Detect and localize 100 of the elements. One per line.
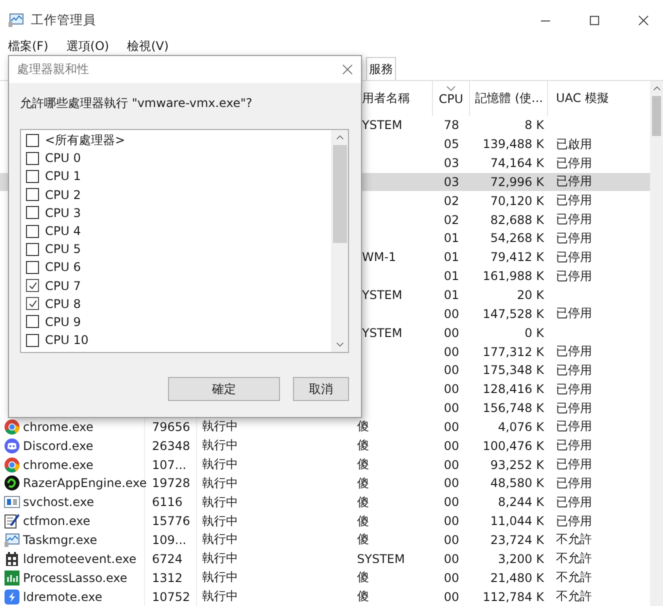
table-cell: 已啟用 xyxy=(556,136,592,151)
table-cell: 已停用 xyxy=(556,268,592,283)
table-row[interactable]: ldremote.exe 10752 執行中 傻 00 112,784 K 不允許 xyxy=(0,587,650,606)
checkbox[interactable] xyxy=(26,170,39,183)
scroll-down-icon[interactable] xyxy=(336,342,344,347)
table-cell: 已停用 xyxy=(556,306,592,320)
scrollbar[interactable] xyxy=(331,130,348,352)
menu-item[interactable]: 檔案(F) xyxy=(8,38,48,54)
table-cell: 26348 xyxy=(152,438,190,453)
table-cell: 已停用 xyxy=(556,419,592,434)
checkbox[interactable] xyxy=(26,334,39,347)
table-cell: 8 K xyxy=(524,118,544,132)
processor-option[interactable]: CPU 9 xyxy=(21,312,331,332)
table-cell: 已停用 xyxy=(556,174,592,188)
close-icon[interactable] xyxy=(342,64,353,75)
table-cell: 72,996 K xyxy=(490,174,544,189)
close-icon[interactable] xyxy=(638,14,649,26)
table-cell: 01 xyxy=(444,250,460,264)
scroll-thumb[interactable] xyxy=(652,96,661,136)
table-row[interactable]: ProcessLasso.exe 1312 執行中 傻 00 21,480 K 不允許 xyxy=(0,568,650,588)
table-cell: 3,200 K xyxy=(498,552,544,566)
table-cell: 109... xyxy=(152,532,186,547)
processor-option[interactable]: CPU 2 xyxy=(21,186,331,204)
checkbox[interactable] xyxy=(26,279,39,292)
table-cell: 不允許 xyxy=(556,589,592,604)
dialog-button[interactable]: 確定 xyxy=(168,377,280,401)
table-cell: 01 xyxy=(444,231,460,246)
scroll-thumb[interactable] xyxy=(332,145,346,243)
table-cell: 傻 xyxy=(357,570,369,584)
table-cell: 74,164 K xyxy=(490,156,544,170)
scroll-up-icon[interactable] xyxy=(652,86,660,91)
table-cell: WM-1 xyxy=(362,250,396,264)
processor-option[interactable]: CPU 1 xyxy=(21,167,331,186)
checkbox[interactable] xyxy=(26,297,39,310)
table-cell: 00 xyxy=(444,514,460,528)
table-row[interactable]: ldremoteevent.exe 6724 執行中 SYSTEM 00 3,200 K 不允許 xyxy=(0,549,650,568)
maximize-icon[interactable] xyxy=(589,14,600,26)
table-cell: 已停用 xyxy=(556,457,592,472)
checkbox[interactable] xyxy=(26,242,39,256)
table-cell: 已停用 xyxy=(556,494,592,509)
chrome-icon xyxy=(4,418,20,435)
table-cell: 不允許 xyxy=(556,570,592,584)
processor-option[interactable]: CPU 8 xyxy=(21,294,331,313)
table-cell: 79,412 K xyxy=(490,250,544,264)
checkbox[interactable] xyxy=(26,152,39,165)
table-cell: 執行中 xyxy=(202,474,238,492)
checkbox[interactable] xyxy=(26,134,39,147)
table-cell: 175,348 K xyxy=(482,363,544,378)
table-cell: 00 xyxy=(444,420,460,434)
table-cell: 已停用 xyxy=(556,438,592,452)
monitor-graph-icon xyxy=(4,532,20,548)
table-cell: 傻 xyxy=(357,514,369,528)
table-cell: 傻 xyxy=(357,419,369,434)
scroll-up-icon[interactable] xyxy=(336,135,344,140)
table-cell: 00 xyxy=(444,363,460,378)
table-cell: 傻 xyxy=(357,589,369,604)
table-cell: ProcessLasso.exe xyxy=(23,570,128,585)
processor-option[interactable]: <所有處理器> xyxy=(21,131,331,150)
menu-item[interactable]: 選項(O) xyxy=(66,38,110,54)
processor-option[interactable]: CPU 10 xyxy=(21,331,331,350)
table-cell: 執行中 xyxy=(202,569,238,586)
table-cell: 已停用 xyxy=(556,212,592,226)
menu-item[interactable]: 檢視(V) xyxy=(127,38,169,54)
column-header[interactable]: UAC 模擬 xyxy=(548,81,650,116)
checkbox[interactable] xyxy=(26,206,39,220)
processor-option[interactable]: CPU 7 xyxy=(21,276,331,295)
processor-option[interactable]: CPU 3 xyxy=(21,204,331,222)
monitor-graph-icon xyxy=(8,12,24,28)
table-row[interactable]: ctfmon.exe 15776 執行中 傻 00 11,044 K 已停用 xyxy=(0,512,650,531)
table-cell: 8,244 K xyxy=(498,495,544,510)
table-cell: 已停用 xyxy=(556,400,592,415)
table-cell: 00 xyxy=(444,590,460,604)
tab[interactable]: 服務 xyxy=(366,57,396,80)
table-row[interactable]: Taskmgr.exe 109... 執行中 傻 00 23,724 K 不允許 xyxy=(0,530,650,550)
table-cell: 03 xyxy=(444,174,460,189)
checkbox[interactable] xyxy=(26,315,39,328)
processor-option[interactable]: CPU 0 xyxy=(21,149,331,168)
table-cell: 傻 xyxy=(357,457,369,472)
table-cell: ldremoteevent.exe xyxy=(23,552,136,566)
processor-option[interactable]: CPU 6 xyxy=(21,258,331,276)
table-cell: 05 xyxy=(444,137,460,152)
table-row[interactable]: chrome.exe 107... 執行中 傻 00 93,252 K 已停用 xyxy=(0,455,650,474)
processor-option[interactable]: CPU 5 xyxy=(21,240,331,258)
chrome-icon xyxy=(4,456,20,473)
table-row[interactable]: RazerAppEngine.exe 19728 執行中 傻 00 48,580 K 已停用 xyxy=(0,474,650,493)
checkbox[interactable] xyxy=(26,188,39,202)
table-cell: 00 xyxy=(444,306,460,321)
table-cell: 已停用 xyxy=(556,156,592,170)
table-cell: 執行中 xyxy=(202,418,238,436)
checkbox[interactable] xyxy=(26,260,39,274)
table-row[interactable]: svchost.exe 6116 執行中 傻 00 8,244 K 已停用 xyxy=(0,492,650,512)
dialog-button[interactable]: 取消 xyxy=(293,377,349,401)
column-header[interactable]: CPU xyxy=(433,81,470,116)
table-cell: 139,488 K xyxy=(482,137,544,152)
table-row[interactable]: Discord.exe 26348 執行中 傻 00 100,476 K 已停用 xyxy=(0,436,650,456)
scrollbar[interactable] xyxy=(650,81,663,606)
checkbox[interactable] xyxy=(26,224,39,238)
processor-option[interactable]: CPU 4 xyxy=(21,222,331,240)
column-header[interactable]: 記憶體 (使... xyxy=(470,81,548,116)
notepad-pen-icon xyxy=(4,513,20,530)
